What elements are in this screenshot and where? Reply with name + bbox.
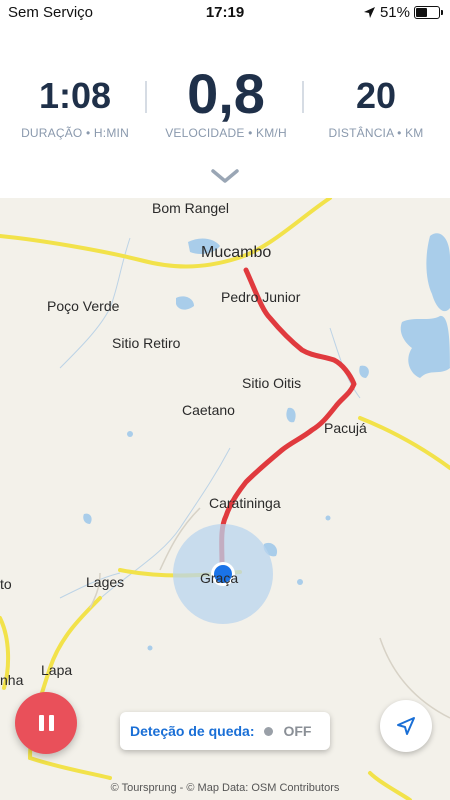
place-label: Graça: [200, 570, 239, 586]
place-label: Lapa: [41, 662, 73, 678]
distance-value: 20: [355, 75, 397, 116]
navigation-arrow-icon: [397, 717, 415, 735]
place-label: Lages: [86, 574, 125, 590]
place-label: Bom Rangel: [152, 200, 230, 216]
place-label: Mucambo: [201, 244, 272, 261]
pause-icon: [38, 715, 54, 731]
fall-detection-status-dot: [264, 726, 274, 736]
battery-icon: [414, 6, 443, 19]
location-arrow-icon: [363, 7, 375, 18]
recenter-button[interactable]: [380, 700, 432, 752]
duration-stat: 1:08 DURAÇÃO • H:MIN: [0, 66, 150, 141]
status-bar: Sem Serviço 17:19 51%: [0, 0, 450, 26]
battery-percent: 51%: [379, 4, 410, 21]
stats-panel: 1:08 DURAÇÃO • H:MIN 0,8 VELOCIDADE • KM…: [0, 26, 450, 198]
distance-label: DISTÂNCIA • KM: [328, 126, 424, 140]
speed-value: 0,8: [187, 62, 265, 125]
distance-stat: 20 DISTÂNCIA • KM: [302, 66, 450, 141]
chevron-down-icon[interactable]: [209, 166, 241, 186]
minor-roads: [89, 507, 450, 719]
fall-detection-label: Deteção de queda:: [130, 723, 255, 739]
place-label: Sitio Retiro: [112, 335, 181, 351]
map-attribution[interactable]: © Toursprung - © Map Data: OSM Contribut…: [0, 782, 450, 794]
place-label: to: [0, 576, 12, 592]
stat-divider: [145, 81, 147, 113]
place-label: Pacujá: [324, 420, 367, 436]
place-label: Pedro Junior: [221, 289, 301, 305]
place-label: Caratininga: [209, 495, 281, 511]
place-label: Poço Verde: [47, 298, 120, 314]
duration-label: DURAÇÃO • H:MIN: [21, 126, 129, 140]
status-indicators: 51%: [363, 4, 443, 21]
place-label: Caetano: [182, 402, 235, 418]
place-label: nha: [0, 672, 24, 688]
pause-button[interactable]: [15, 692, 77, 754]
speed-label: VELOCIDADE • KM/H: [165, 126, 287, 140]
speed-stat: 0,8 VELOCIDADE • KM/H: [150, 62, 302, 141]
fall-detection-state: OFF: [283, 723, 312, 739]
place-label: Sitio Oitis: [242, 375, 302, 391]
duration-value: 1:08: [38, 75, 112, 116]
fall-detection-toggle[interactable]: Deteção de queda: OFF: [120, 712, 330, 750]
